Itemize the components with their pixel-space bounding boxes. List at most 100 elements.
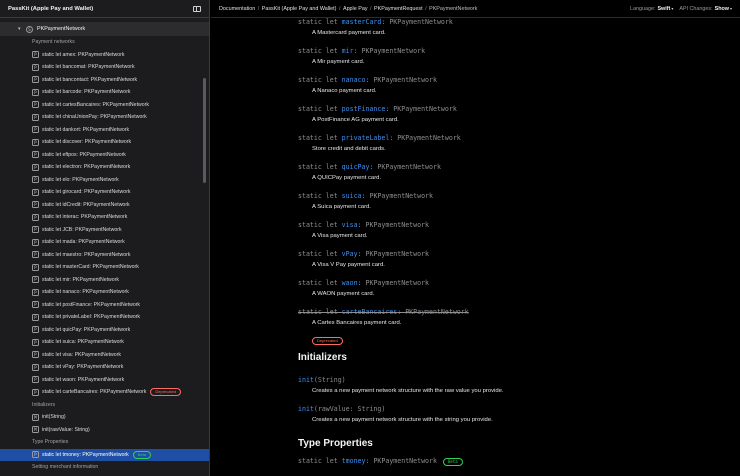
symbol-declaration[interactable]: static let privateLabel: PKPaymentNetwor… [298, 134, 461, 142]
symbol-declaration[interactable]: static let visa: PKPaymentNetwork [298, 221, 429, 229]
symbol-declaration[interactable]: static let nanaco: PKPaymentNetwork [298, 76, 437, 84]
symbol-name-link[interactable]: carteBancaires [342, 308, 398, 316]
sidebar-item[interactable]: Pstatic let barcode: PKPaymentNetwork [0, 86, 209, 99]
sidebar-scrollbar[interactable] [203, 78, 206, 183]
chevron-down-icon[interactable]: ▾ [671, 6, 673, 11]
sidebar-item[interactable]: Minit(rawValue: String) [0, 424, 209, 437]
symbol-entry: static let tmoney: PKPaymentNetwork Beta [298, 457, 463, 466]
sidebar-item[interactable]: Pstatic let idCredit: PKPaymentNetwork [0, 199, 209, 212]
sidebar-item-label: static let girocard: PKPaymentNetwork [42, 189, 131, 196]
symbol-name-link[interactable]: vPay [342, 250, 358, 258]
breadcrumb-separator: / [425, 5, 427, 12]
payment-networks-list: Pstatic let amex: PKPaymentNetwork Pstati… [0, 49, 209, 399]
breadcrumb-separator: / [338, 5, 341, 12]
api-changes-select[interactable]: Show [715, 6, 729, 12]
symbol-name-link[interactable]: masterCard [342, 18, 382, 26]
nav-group-pkpaymentnetwork[interactable]: ▾ S PKPaymentNetwork [0, 22, 209, 36]
sidebar-item-label: static let tmoney: PKPaymentNetwork [42, 451, 129, 458]
sidebar-item[interactable]: Pstatic let discover: PKPaymentNetwork [0, 136, 209, 149]
declaration-type: : PKPaymentNetwork [357, 279, 430, 287]
symbol-declaration[interactable]: static let quicPay: PKPaymentNetwork [298, 163, 441, 171]
sidebar-item[interactable]: Pstatic let amex: PKPaymentNetwork [0, 49, 209, 62]
sidebar-item[interactable]: Pstatic let nanaco: PKPaymentNetwork [0, 286, 209, 299]
symbol-declaration[interactable]: init(rawValue: String) [298, 405, 493, 413]
symbol-declaration[interactable]: static let suica: PKPaymentNetwork [298, 192, 433, 200]
sidebar-item[interactable]: Pstatic let electron: PKPaymentNetwork [0, 161, 209, 174]
symbol-declaration[interactable]: static let carteBancaires: PKPaymentNetw… [298, 308, 469, 316]
symbol-name-link[interactable]: init [298, 376, 314, 384]
section-title-type-properties: Type Properties [298, 438, 373, 449]
sidebar-item[interactable]: Pstatic let chinaUnionPay: PKPaymentNetw… [0, 111, 209, 124]
declaration-type: : PKPaymentNetwork [381, 18, 453, 26]
sidebar-item[interactable]: Minit(String) [0, 411, 209, 424]
symbol-name-link[interactable]: suica [342, 192, 362, 200]
symbol-description: A QUICPay payment card. [312, 175, 382, 181]
symbol-name-link[interactable]: privateLabel [342, 134, 390, 142]
breadcrumb-item[interactable]: PKPaymentRequest [374, 6, 423, 12]
symbol-declaration[interactable]: static let tmoney: PKPaymentNetwork Beta [298, 457, 463, 466]
declaration-type: : PKPaymentNetwork [385, 105, 457, 113]
sidebar-toggle-icon[interactable] [193, 5, 201, 12]
symbol-name-link[interactable]: quicPay [342, 163, 370, 171]
sidebar-item[interactable]: Pstatic let mada: PKPaymentNetwork [0, 236, 209, 249]
sidebar-item[interactable]: Pstatic let dankort: PKPaymentNetwork [0, 124, 209, 137]
symbol-declaration[interactable]: static let postFinance: PKPaymentNetwork [298, 105, 457, 113]
breadcrumb-item[interactable]: Documentation [219, 6, 255, 12]
sidebar-item[interactable]: Pstatic let girocard: PKPaymentNetwork [0, 186, 209, 199]
sidebar-title[interactable]: PassKit (Apple Pay and Wallet) [8, 6, 93, 12]
declaration-type: : PKPaymentNetwork [369, 163, 441, 171]
sidebar-item-label: static let cartesBancaires: PKPaymentNet… [42, 101, 149, 108]
sidebar-item[interactable]: Pstatic let carteBancaires: PKPaymentNet… [0, 386, 209, 399]
sidebar-item[interactable]: Pstatic let maestro: PKPaymentNetwork [0, 249, 209, 262]
sidebar-item[interactable]: Pstatic let mir: PKPaymentNetwork [0, 274, 209, 287]
sidebar-item[interactable]: Pstatic let waon: PKPaymentNetwork [0, 374, 209, 387]
sidebar-item[interactable]: Pstatic let tmoney: PKPaymentNetwork Beta [0, 448, 209, 461]
symbol-description: A Nanaco payment card. [312, 88, 377, 94]
chevron-down-icon[interactable]: ▾ [18, 26, 26, 32]
sidebar-item[interactable]: Pstatic let quicPay: PKPaymentNetwork [0, 324, 209, 337]
declaration-type: : PKPaymentNetwork [397, 308, 469, 316]
sidebar-item[interactable]: Pstatic let suica: PKPaymentNetwork [0, 336, 209, 349]
symbol-name-link[interactable]: mir [342, 47, 354, 55]
symbol-description: A Mastercard payment card. [312, 30, 386, 36]
declaration-keyword: static let [298, 279, 342, 287]
symbol-declaration[interactable]: init(String) [298, 376, 504, 384]
sidebar-item[interactable]: Pstatic let visa: PKPaymentNetwork [0, 349, 209, 362]
symbol-declaration[interactable]: static let mir: PKPaymentNetwork [298, 47, 425, 55]
sidebar-item[interactable]: Pstatic let elo: PKPaymentNetwork [0, 174, 209, 187]
sidebar-item[interactable]: Pstatic let bancomat: PKPaymentNetwork [0, 61, 209, 74]
symbol-name-link[interactable]: tmoney [342, 457, 366, 465]
sidebar-item-label: static let discover: PKPaymentNetwork [42, 139, 132, 146]
symbol-name-link[interactable]: init [298, 405, 314, 413]
sidebar-item[interactable]: Pstatic let masterCard: PKPaymentNetwork [0, 261, 209, 274]
breadcrumb-item[interactable]: PassKit (Apple Pay and Wallet) [262, 6, 337, 12]
property-icon: P [32, 251, 39, 259]
sidebar-item[interactable]: Pstatic let interac: PKPaymentNetwork [0, 211, 209, 224]
sidebar-item[interactable]: Pstatic let privateLabel: PKPaymentNetwo… [0, 311, 209, 324]
sidebar-item[interactable]: Pstatic let JCB: PKPaymentNetwork [0, 224, 209, 237]
sidebar-item-label: static let chinaUnionPay: PKPaymentNetwo… [42, 114, 147, 121]
symbol-name-link[interactable]: postFinance [342, 105, 386, 113]
property-icon: P [32, 226, 39, 234]
sidebar-item[interactable]: Pstatic let postFinance: PKPaymentNetwor… [0, 299, 209, 312]
symbol-name-link[interactable]: nanaco [342, 76, 366, 84]
sidebar-item[interactable]: Pstatic let vPay: PKPaymentNetwork [0, 361, 209, 374]
sidebar-item[interactable]: Pstatic let eftpos: PKPaymentNetwork [0, 149, 209, 162]
declaration-keyword: static let [298, 457, 342, 465]
badge-row: Deprecated [312, 329, 469, 347]
symbol-name-link[interactable]: waon [342, 279, 358, 287]
sidebar-item[interactable]: Pstatic let cartesBancaires: PKPaymentNe… [0, 99, 209, 112]
language-select[interactable]: Swift [657, 6, 670, 12]
breadcrumb-item[interactable]: Apple Pay [343, 6, 368, 12]
declaration-type: : PKPaymentNetwork [357, 221, 430, 229]
chevron-down-icon[interactable]: ▾ [730, 6, 732, 11]
symbol-declaration[interactable]: static let vPay: PKPaymentNetwork [298, 250, 429, 258]
sidebar-item-label: static let bancomat: PKPaymentNetwork [42, 64, 135, 71]
sidebar-item[interactable]: Pstatic let bancontact: PKPaymentNetwork [0, 74, 209, 87]
symbol-name-link[interactable]: visa [342, 221, 358, 229]
sidebar-item-label: static let mir: PKPaymentNetwork [42, 276, 119, 283]
symbol-declaration[interactable]: static let masterCard: PKPaymentNetwork [298, 18, 453, 26]
initializers-list: Minit(String) Minit(rawValue: String) [0, 411, 209, 436]
symbol-declaration[interactable]: static let waon: PKPaymentNetwork [298, 279, 429, 287]
main-content: static let masterCard: PKPaymentNetwork A… [211, 18, 740, 476]
